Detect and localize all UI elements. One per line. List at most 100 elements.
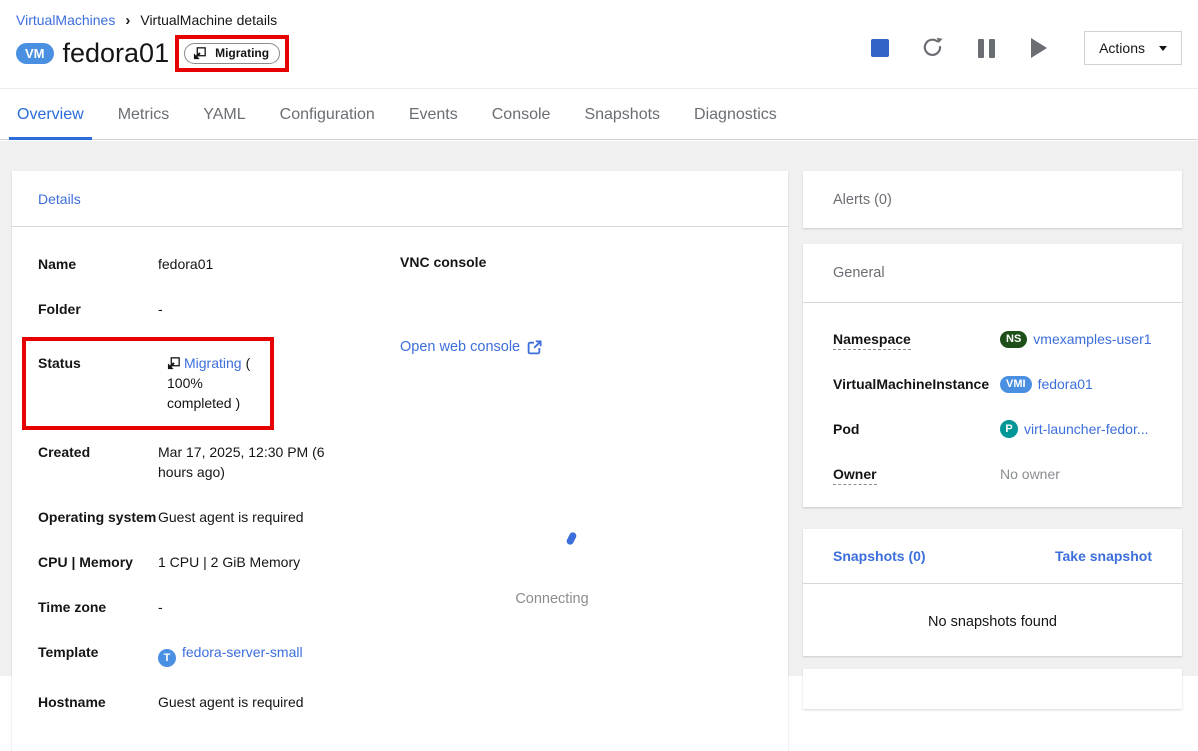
- general-card-title: General: [833, 265, 885, 281]
- alerts-card-title: Alerts (0): [833, 192, 892, 208]
- general-card: General Namespace NS vmexamples-user1 Vi…: [803, 244, 1182, 507]
- detail-label-hostname: Hostname: [38, 692, 158, 712]
- restart-vm-button[interactable]: [913, 30, 953, 66]
- tab-events[interactable]: Events: [392, 90, 475, 139]
- namespace-link[interactable]: vmexamples-user1: [1033, 329, 1151, 349]
- tab-metrics[interactable]: Metrics: [101, 90, 187, 139]
- take-snapshot-link[interactable]: Take snapshot: [1055, 548, 1152, 564]
- alerts-card[interactable]: Alerts (0): [803, 171, 1182, 228]
- detail-value-hostname: Guest agent is required: [158, 692, 336, 712]
- general-label-vmi: VirtualMachineInstance: [833, 374, 1000, 394]
- pod-link[interactable]: virt-launcher-fedor...: [1024, 419, 1149, 439]
- detail-row-status: Status Migrating( 100% completed ): [38, 353, 260, 413]
- detail-value-cpu-memory: 1 CPU | 2 GiB Memory: [158, 552, 336, 572]
- snapshots-card-header: Snapshots (0) Take snapshot: [803, 529, 1182, 584]
- detail-row-created: Created Mar 17, 2025, 12:30 PM (6 hours …: [38, 442, 788, 482]
- open-web-console-label: Open web console: [400, 339, 520, 355]
- vm-kind-badge: VM: [16, 43, 54, 64]
- breadcrumb-link-virtualmachines[interactable]: VirtualMachines: [16, 12, 115, 28]
- detail-label-cpu-memory: CPU | Memory: [38, 552, 158, 572]
- detail-label-folder: Folder: [38, 299, 158, 319]
- stop-vm-button[interactable]: [860, 30, 900, 66]
- title-row: VM fedora01 Migrating: [16, 35, 1182, 72]
- detail-value-name: fedora01: [158, 254, 336, 274]
- annotation-red-box-status-pill: Migrating: [175, 35, 289, 72]
- chevron-down-icon: [1159, 46, 1167, 51]
- detail-row-hostname: Hostname Guest agent is required: [38, 692, 788, 712]
- vmi-link[interactable]: fedora01: [1038, 374, 1093, 394]
- details-card: Details Name fedora01 Folder - Status: [12, 171, 788, 751]
- detail-label-template: Template: [38, 642, 158, 667]
- details-card-body: Name fedora01 Folder - Status Mig: [12, 227, 788, 712]
- template-link[interactable]: fedora-server-small: [182, 644, 303, 660]
- detail-row-folder: Folder -: [38, 299, 788, 319]
- general-value-owner: No owner: [1000, 464, 1060, 484]
- general-label-owner: Owner: [833, 464, 1000, 484]
- snapshots-card: Snapshots (0) Take snapshot No snapshots…: [803, 529, 1182, 656]
- migration-icon: [193, 47, 206, 60]
- detail-label-name: Name: [38, 254, 158, 274]
- detail-row-cpu-memory: CPU | Memory 1 CPU | 2 GiB Memory: [38, 552, 788, 572]
- namespace-kind-badge: NS: [1000, 331, 1027, 348]
- breadcrumb: VirtualMachines › VirtualMachine details: [16, 12, 1182, 28]
- play-icon: [1031, 38, 1047, 58]
- general-label-pod: Pod: [833, 419, 1000, 439]
- detail-row-time-zone: Time zone -: [38, 597, 788, 617]
- detail-label-created: Created: [38, 442, 158, 482]
- next-card-partial: [803, 669, 1182, 709]
- tab-diagnostics[interactable]: Diagnostics: [677, 90, 794, 139]
- start-vm-button[interactable]: [1019, 30, 1059, 66]
- general-row-namespace: Namespace NS vmexamples-user1: [833, 329, 1152, 349]
- tab-overview[interactable]: Overview: [0, 90, 101, 139]
- general-row-vmi: VirtualMachineInstance VMI fedora01: [833, 374, 1152, 394]
- detail-label-status: Status: [38, 353, 167, 413]
- stop-icon: [871, 39, 889, 57]
- detail-value-folder: -: [158, 299, 336, 319]
- page-title: fedora01: [63, 38, 170, 69]
- details-card-header: Details: [12, 171, 788, 227]
- general-value-pod: P virt-launcher-fedor...: [1000, 419, 1149, 439]
- detail-value-template: Tfedora-server-small: [158, 642, 336, 667]
- tab-console[interactable]: Console: [475, 90, 568, 139]
- general-row-pod: Pod P virt-launcher-fedor...: [833, 419, 1152, 439]
- overview-content: Details Name fedora01 Folder - Status: [0, 141, 1198, 676]
- actions-dropdown-label: Actions: [1099, 40, 1145, 56]
- external-link-icon: [527, 340, 542, 355]
- pause-vm-button[interactable]: [966, 30, 1006, 66]
- template-kind-badge: T: [158, 649, 176, 667]
- detail-value-operating-system: Guest agent is required: [158, 507, 336, 527]
- pause-icon: [978, 39, 995, 58]
- general-card-header: General: [803, 244, 1182, 303]
- breadcrumb-current: VirtualMachine details: [140, 12, 277, 28]
- snapshots-empty-state: No snapshots found: [803, 584, 1182, 630]
- annotation-red-box-status-row: Status Migrating( 100% completed ): [22, 337, 274, 430]
- status-migrating-link[interactable]: Migrating: [184, 355, 242, 371]
- detail-value-status: Migrating( 100% completed ): [167, 353, 260, 413]
- general-row-owner: Owner No owner: [833, 464, 1152, 484]
- actions-dropdown-button[interactable]: Actions: [1084, 31, 1182, 65]
- detail-value-created: Mar 17, 2025, 12:30 PM (6 hours ago): [158, 442, 336, 482]
- tab-yaml[interactable]: YAML: [186, 90, 262, 139]
- vm-status-pill-label: Migrating: [215, 46, 269, 60]
- detail-row-template: Template Tfedora-server-small: [38, 642, 788, 667]
- detail-row-operating-system: Operating system Guest agent is required: [38, 507, 788, 527]
- tab-configuration[interactable]: Configuration: [263, 90, 392, 139]
- migration-icon: [167, 357, 180, 370]
- detail-label-operating-system: Operating system: [38, 507, 158, 527]
- general-value-vmi: VMI fedora01: [1000, 374, 1093, 394]
- vmi-kind-badge: VMI: [1000, 376, 1032, 393]
- detail-value-time-zone: -: [158, 597, 336, 617]
- vm-details-tabs: Overview Metrics YAML Configuration Even…: [0, 90, 1198, 140]
- general-card-body: Namespace NS vmexamples-user1 VirtualMac…: [803, 303, 1182, 484]
- breadcrumb-chevron-icon: ›: [125, 13, 130, 28]
- general-value-namespace: NS vmexamples-user1: [1000, 329, 1152, 349]
- vnc-connecting-status: Connecting: [452, 591, 652, 607]
- snapshots-title-link[interactable]: Snapshots (0): [833, 548, 926, 564]
- restart-icon: [922, 37, 944, 59]
- detail-label-time-zone: Time zone: [38, 597, 158, 617]
- vm-status-pill[interactable]: Migrating: [184, 43, 280, 64]
- vnc-console-label: VNC console: [400, 254, 486, 270]
- tab-snapshots[interactable]: Snapshots: [567, 90, 677, 139]
- details-title-link[interactable]: Details: [38, 191, 81, 207]
- open-web-console-link[interactable]: Open web console: [400, 339, 542, 355]
